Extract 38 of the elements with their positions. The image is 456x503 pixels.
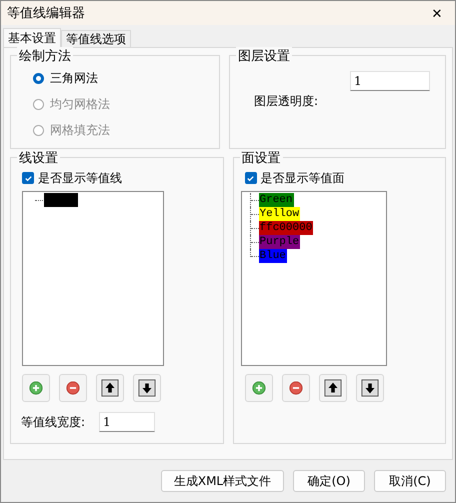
opacity-label: 图层透明度: <box>254 93 318 110</box>
color-swatch-item[interactable]: Green <box>258 193 294 207</box>
width-label: 等值线宽度: <box>21 414 86 430</box>
checkbox-label[interactable]: 是否显示等值面 <box>260 170 344 186</box>
width-field[interactable]: 1 <box>99 412 156 432</box>
group-title: 面设置 <box>240 149 282 167</box>
group-title: 图层设置 <box>236 47 292 65</box>
remove-button[interactable] <box>59 374 87 402</box>
tab[interactable]: 基本设置 <box>3 28 61 47</box>
tree-list[interactable]: Green Yellow ffc00000 Purple Blue <box>240 191 386 366</box>
move-up-button[interactable] <box>96 374 124 402</box>
minus-icon <box>66 381 80 395</box>
dialog-button[interactable]: 取消(C) <box>374 470 446 492</box>
checkmark-icon <box>24 174 32 182</box>
checkbox-label[interactable]: 是否显示等值线 <box>38 170 122 186</box>
window-title: 等值线编辑器 <box>7 5 85 22</box>
plus-icon <box>252 381 266 395</box>
tab[interactable]: 等值线选项 <box>61 30 131 47</box>
opacity-field[interactable]: 1 <box>350 71 430 91</box>
checkbox[interactable] <box>22 172 34 184</box>
move-up-button[interactable] <box>318 374 346 402</box>
radio-option[interactable]: 三角网法 <box>33 68 211 88</box>
dialog-button[interactable]: 生成XML样式文件 <box>161 470 284 492</box>
color-swatch-item[interactable]: Yellow <box>258 207 300 221</box>
dialog-button[interactable]: 确定(O) <box>293 470 365 492</box>
checkmark-icon <box>246 174 255 182</box>
close-button[interactable]: ✕ <box>419 1 455 25</box>
color-swatch-item[interactable] <box>44 193 78 207</box>
minus-icon <box>288 381 302 395</box>
plus-icon <box>29 381 43 395</box>
remove-button[interactable] <box>282 374 310 402</box>
group-title: 绘制方法 <box>17 47 73 65</box>
tree-list[interactable] <box>22 191 164 366</box>
move-down-button[interactable] <box>356 374 384 402</box>
add-button[interactable] <box>244 374 272 402</box>
move-down-button[interactable] <box>133 374 161 402</box>
add-button[interactable] <box>22 374 50 402</box>
checkbox[interactable] <box>244 172 256 184</box>
